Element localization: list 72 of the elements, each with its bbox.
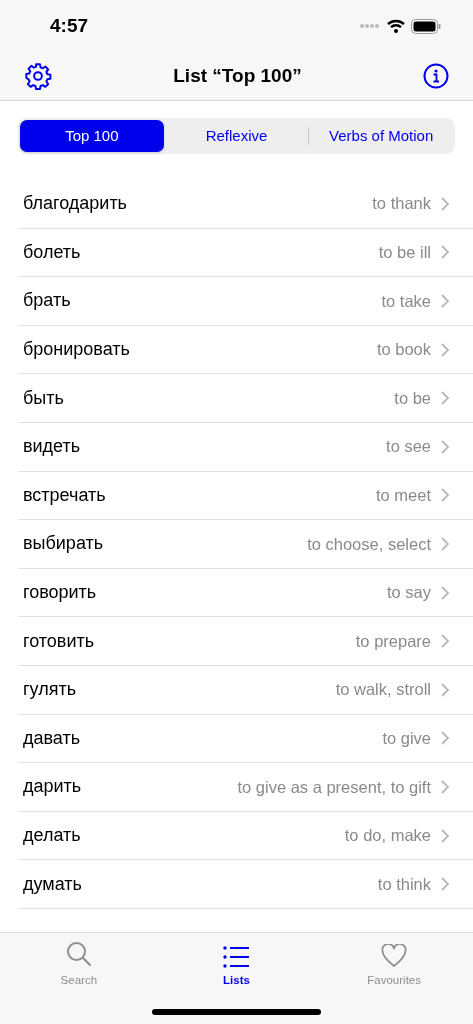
list-row[interactable]: быть to be <box>18 374 473 423</box>
list-row[interactable]: благодарить to thank <box>18 180 473 229</box>
translation: to give <box>382 727 431 749</box>
chevron-icon <box>441 585 449 600</box>
translation: to be ill <box>378 242 431 263</box>
chevron-icon <box>441 828 449 843</box>
list-row[interactable]: выбирать to choose, select <box>18 520 473 569</box>
russian-word: думать <box>22 872 82 896</box>
translation: to choose, select <box>307 533 431 555</box>
settings-icon[interactable] <box>24 62 52 90</box>
translation: to prepare <box>355 630 431 652</box>
chevron-icon <box>441 196 449 211</box>
russian-word: говорить <box>22 581 97 605</box>
translation: to give as a present, to gift <box>237 776 431 798</box>
list-row[interactable]: болеть to be ill <box>18 228 473 278</box>
list-row[interactable]: готовить to prepare <box>18 617 473 666</box>
battery-icon <box>411 18 441 34</box>
signal-icon <box>359 23 381 29</box>
tab-bar-item[interactable]: Lists <box>181 940 292 990</box>
chevron-icon <box>441 294 449 308</box>
russian-word: болеть <box>22 240 81 264</box>
list-row[interactable]: встречать to meet <box>18 471 473 521</box>
translation: to walk, stroll <box>335 679 431 701</box>
russian-word: брать <box>22 289 71 313</box>
translation: to think <box>377 873 431 895</box>
list-row[interactable]: гулять to walk, stroll <box>18 665 473 715</box>
chevron-icon <box>441 682 449 697</box>
list-row[interactable]: думать to think <box>18 860 473 909</box>
translation: to book <box>376 339 431 361</box>
russian-word: благодарить <box>22 192 127 216</box>
chevron-icon <box>441 391 449 406</box>
screen-title: List “Top 100” <box>173 63 302 88</box>
info-icon[interactable] <box>423 63 449 89</box>
translation: to see <box>386 436 431 458</box>
chevron-icon <box>441 731 449 746</box>
list-row[interactable]: давать to give <box>18 714 473 764</box>
translation: to thank <box>372 193 431 215</box>
list-row[interactable]: брать to take <box>18 277 473 326</box>
russian-word: давать <box>22 726 81 750</box>
chevron-icon <box>441 439 449 454</box>
list-row[interactable]: говорить to say <box>18 568 473 618</box>
translation: to say <box>386 582 431 604</box>
chevron-icon <box>441 245 449 260</box>
russian-word: готовить <box>22 629 95 653</box>
list-row[interactable]: делать to do, make <box>18 811 473 861</box>
chevron-icon <box>441 877 449 892</box>
segment-tab[interactable]: Reflexive <box>164 120 309 152</box>
status-time: 4:57 <box>50 13 89 38</box>
segment-tab[interactable]: Top 100 <box>20 120 164 152</box>
segment-tab[interactable]: Verbs of Motion <box>309 120 453 152</box>
translation: to meet <box>375 485 431 506</box>
russian-word: видеть <box>22 435 81 459</box>
chevron-icon <box>441 779 449 794</box>
list-row[interactable]: дарить to give as a present, to gift <box>18 763 473 812</box>
chevron-icon <box>441 634 449 649</box>
translation: to take <box>381 290 431 312</box>
chevron-icon <box>441 536 449 551</box>
translation: to do, make <box>344 825 431 847</box>
russian-word: гулять <box>22 678 77 702</box>
russian-word: быть <box>22 386 64 410</box>
russian-word: дарить <box>22 775 82 799</box>
chevron-icon <box>441 488 449 503</box>
translation: to be <box>394 387 431 409</box>
search-icon <box>64 940 93 968</box>
russian-word: делать <box>22 824 81 847</box>
russian-word: выбирать <box>22 532 104 556</box>
russian-word: бронировать <box>22 338 130 362</box>
list-row[interactable]: бронировать to book <box>18 325 473 375</box>
list-row[interactable]: видеть to see <box>18 422 473 472</box>
russian-word: встречать <box>22 483 106 507</box>
chevron-icon <box>441 342 449 357</box>
wifi-icon <box>387 19 405 33</box>
